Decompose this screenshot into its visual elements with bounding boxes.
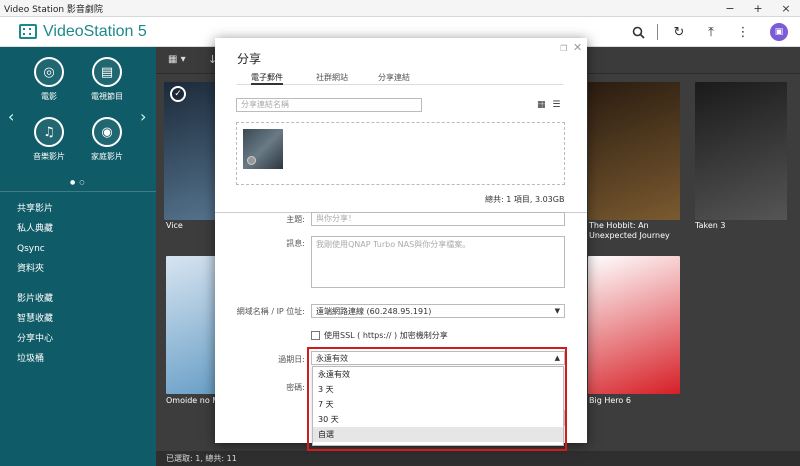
view-toggle: ▦ ☰ — [537, 100, 560, 110]
subject-label: 主題: — [286, 215, 305, 224]
category-label: 電視節目 — [91, 92, 123, 101]
upload-icon[interactable]: ⤒ — [700, 21, 722, 43]
selected-check-icon[interactable]: ✓ — [170, 86, 186, 102]
share-link-name-input[interactable]: 分享連結名稱 — [236, 98, 422, 112]
ssl-option[interactable]: 使用SSL ( https:// ) 加密機制分享 — [311, 330, 448, 341]
expire-label: 過期日: — [278, 355, 305, 364]
grid-view-icon[interactable]: ▦ — [537, 100, 546, 110]
film-reel-icon: ◎ — [34, 57, 64, 87]
video-title[interactable]: Big Hero 6 — [589, 396, 689, 406]
category-label: 音樂影片 — [33, 152, 65, 161]
sidebar-item-qsync[interactable]: Qsync — [17, 239, 53, 259]
sidebar: ‹ › ◎ 電影 ▤ 電視節目 ♫ 音樂影片 ◉ 家庭影片 ●○ 共享影片 私人… — [0, 47, 156, 466]
category-label: 家庭影片 — [91, 152, 123, 161]
tab-share-link[interactable]: 分享連結 — [378, 72, 410, 85]
tab-social[interactable]: 社群網站 — [316, 72, 348, 85]
refresh-icon[interactable]: ↻ — [668, 21, 690, 43]
chevron-down-icon: ▼ — [554, 307, 560, 315]
video-title[interactable]: Taken 3 — [695, 221, 795, 231]
expire-option[interactable]: 30 天 — [313, 412, 563, 427]
file-dropzone — [236, 122, 565, 185]
window-titlebar: Video Station 影音劇院 − + × — [0, 0, 800, 17]
tv-icon: ▤ — [92, 57, 122, 87]
window-title: Video Station 影音劇院 — [4, 4, 103, 15]
ssl-label: 使用SSL ( https:// ) 加密機制分享 — [324, 331, 448, 340]
expire-select[interactable]: 永遠有效 ▲ — [311, 351, 565, 365]
password-label: 密碼: — [286, 383, 305, 392]
expire-dropdown-list: 永遠有效 3 天 7 天 30 天 自選 — [312, 366, 564, 446]
domain-value: 遠端網路連線 (60.248.95.191) — [316, 307, 432, 316]
domain-label: 網域名稱 / IP 位址: — [236, 307, 305, 316]
camera-icon: ◉ — [92, 117, 122, 147]
sidebar-item-shared-videos[interactable]: 共享影片 — [17, 199, 53, 219]
file-thumbnail[interactable] — [243, 129, 283, 169]
expire-option[interactable]: 7 天 — [313, 397, 563, 412]
subject-input[interactable]: 與你分享！ — [311, 212, 565, 226]
close-window-button[interactable]: × — [772, 0, 800, 17]
carousel-dots: ●○ — [70, 179, 89, 186]
video-title[interactable]: The Hobbit: An Unexpected Journey — [589, 221, 689, 241]
film-strip-icon — [19, 24, 37, 39]
poster-image[interactable] — [588, 256, 680, 394]
total-summary: 總共: 1 項目, 3.03GB — [485, 195, 565, 204]
category-label: 電影 — [41, 92, 57, 101]
tab-email[interactable]: 電子郵件 — [251, 72, 283, 85]
sidebar-divider — [0, 191, 156, 192]
share-tabs: 電子郵件 社群網站 分享連結 — [237, 72, 563, 85]
carousel-prev-icon[interactable]: ‹ — [8, 107, 14, 126]
app-logo: VideoStation 5 — [19, 23, 147, 41]
user-avatar[interactable]: ▣ — [770, 23, 788, 41]
expire-option[interactable]: 自選 — [313, 427, 563, 442]
maximize-button[interactable]: + — [744, 0, 772, 17]
ssl-checkbox[interactable] — [311, 331, 320, 340]
sidebar-item-smart-collections[interactable]: 智慧收藏 — [17, 309, 53, 329]
category-home-videos[interactable]: ◉ 家庭影片 — [82, 117, 132, 162]
poster-image[interactable] — [695, 82, 787, 220]
sidebar-item-share-center[interactable]: 分享中心 — [17, 329, 53, 349]
dialog-title: 分享 — [237, 52, 262, 66]
app-name: VideoStation 5 — [43, 22, 147, 40]
close-icon[interactable]: ✕ — [573, 41, 582, 54]
message-label: 訊息: — [286, 239, 305, 248]
sidebar-item-folders[interactable]: 資料夾 — [17, 259, 53, 279]
chevron-up-icon: ▲ — [554, 354, 560, 362]
expire-option[interactable]: 永遠有效 — [313, 367, 563, 382]
grid-view-icon[interactable]: ▦ ▾ — [168, 54, 186, 65]
sidebar-item-trash[interactable]: 垃圾桶 — [17, 349, 53, 369]
expire-option[interactable]: 3 天 — [313, 382, 563, 397]
category-music-videos[interactable]: ♫ 音樂影片 — [24, 117, 74, 162]
list-view-icon[interactable]: ☰ — [552, 100, 560, 110]
poster-image[interactable] — [166, 256, 216, 394]
maximize-icon[interactable]: ❐ — [560, 44, 567, 53]
header-divider — [657, 24, 658, 40]
sidebar-item-collections[interactable]: 影片收藏 — [17, 289, 53, 309]
more-options-icon[interactable]: ⋮ — [732, 21, 754, 43]
video-title[interactable]: Omoide no Mā — [166, 396, 216, 406]
status-bar: 已選取: 1, 總共: 11 — [156, 451, 800, 466]
search-icon[interactable] — [627, 21, 649, 43]
message-textarea[interactable]: 我剛使用QNAP Turbo NAS與你分享檔案。 — [311, 236, 565, 288]
music-note-icon: ♫ — [34, 117, 64, 147]
expire-value: 永遠有效 — [316, 354, 348, 363]
carousel-next-icon[interactable]: › — [140, 107, 146, 126]
category-movies[interactable]: ◎ 電影 — [24, 57, 74, 102]
domain-select[interactable]: 遠端網路連線 (60.248.95.191) ▼ — [311, 304, 565, 318]
category-tv-shows[interactable]: ▤ 電視節目 — [82, 57, 132, 102]
poster-image[interactable] — [588, 82, 680, 220]
minimize-button[interactable]: − — [716, 0, 744, 17]
sidebar-item-private[interactable]: 私人典藏 — [17, 219, 53, 239]
thumbnail-indicator-icon — [247, 156, 256, 165]
